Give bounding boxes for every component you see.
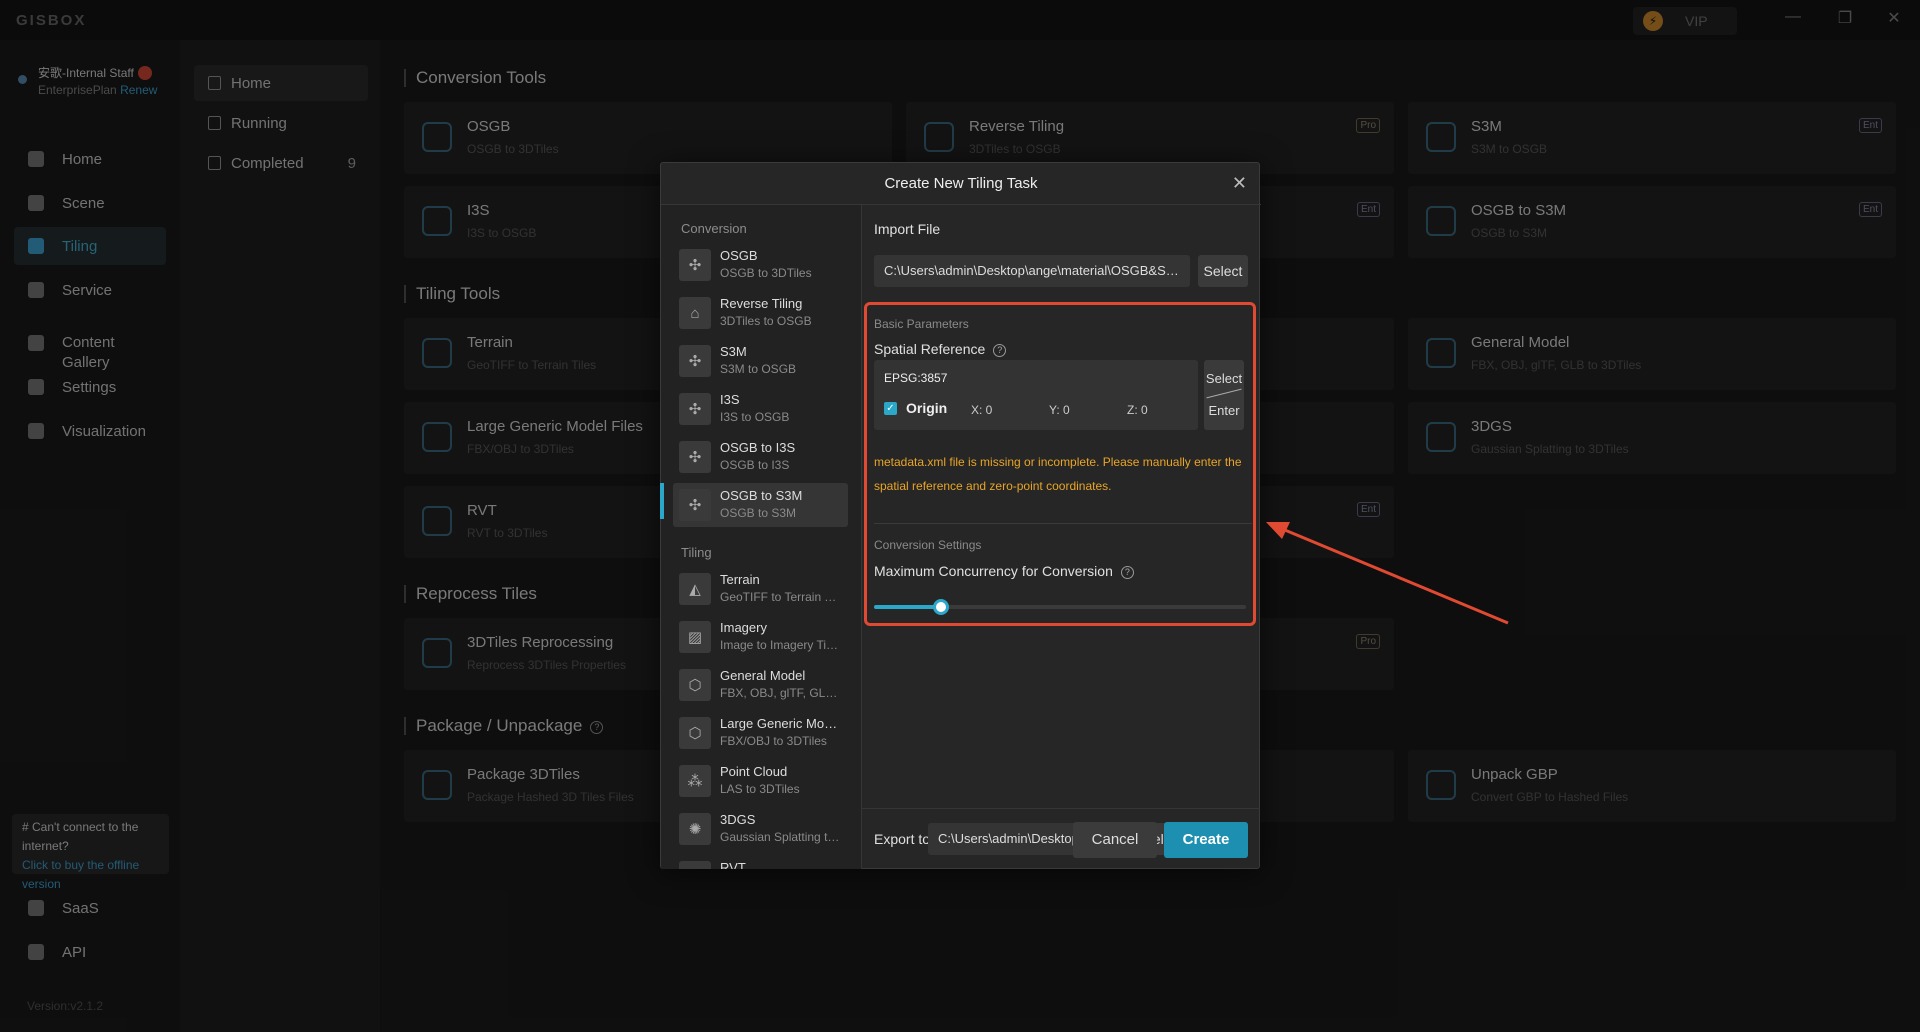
- annotation-arrow: [1266, 522, 1509, 625]
